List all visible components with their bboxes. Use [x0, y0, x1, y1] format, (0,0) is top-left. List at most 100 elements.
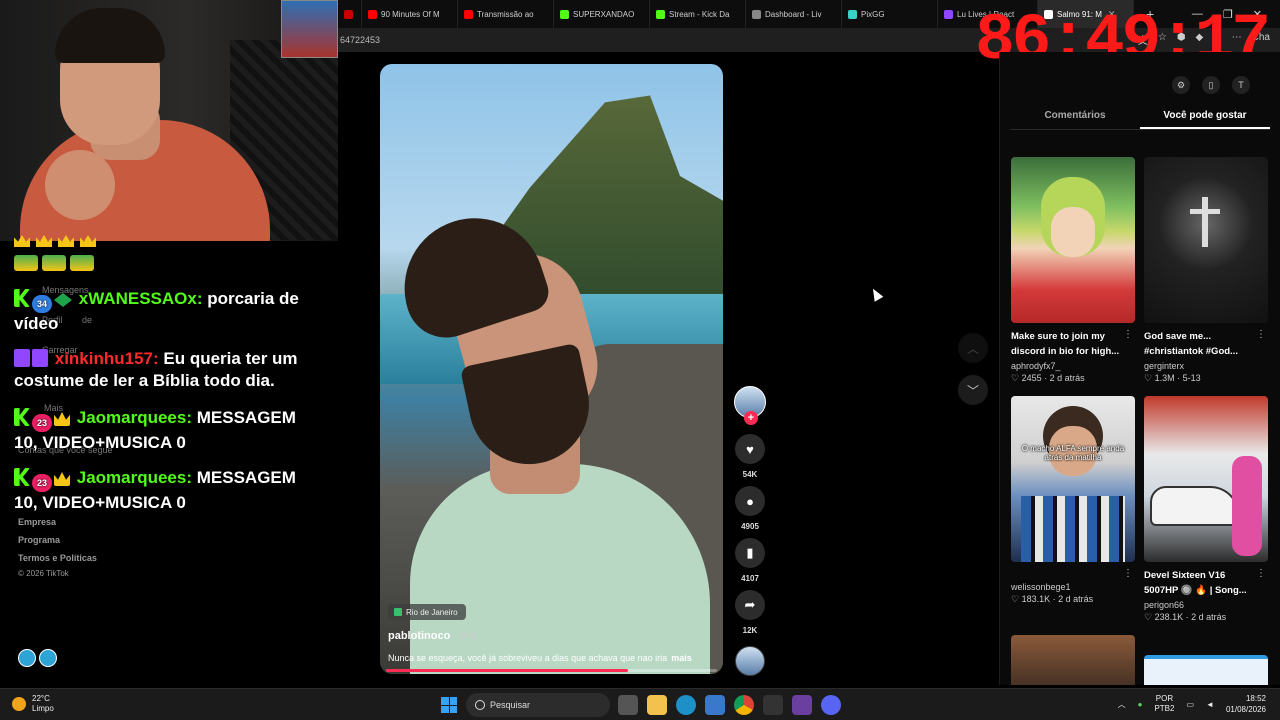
language-indicator[interactable]: POR PTB2 — [1154, 694, 1174, 714]
youtube-icon — [464, 9, 473, 19]
heart-icon[interactable]: ♥ — [735, 434, 765, 464]
video-thumbnail-partial[interactable] — [1011, 635, 1135, 685]
sound-avatar[interactable] — [735, 646, 765, 676]
weather-widget[interactable]: 22°C Limpo — [12, 694, 54, 714]
tab-label: SUPERXANDAO — [573, 9, 635, 19]
chat-username: xWANESSAOx: — [78, 289, 203, 308]
video-caption: Nunca se esqueça, você já sobreviveu a d… — [388, 653, 692, 663]
file-explorer-icon[interactable] — [647, 695, 667, 715]
more-options-icon[interactable]: ⋮ — [1123, 568, 1133, 579]
subscriber-badge: 34 — [32, 295, 52, 313]
location-pin-icon — [394, 608, 402, 616]
notepad-icon[interactable] — [763, 695, 783, 715]
show-hidden-icons-icon[interactable]: ︿ — [1118, 699, 1126, 710]
card-stats: ♡ 183.1K · 2 d atrás — [1011, 594, 1094, 604]
recommended-video[interactable]: ⋮ God save me... #christiantok #God... g… — [1144, 157, 1268, 384]
card-date: 2 d atrás — [1058, 594, 1094, 604]
anime-face — [1051, 207, 1095, 257]
save-action[interactable]: ▮ 4107 — [734, 538, 766, 586]
clock[interactable]: 18:52 01/08/2026 — [1226, 693, 1266, 715]
more-options-icon[interactable]: ⋮ — [1256, 329, 1266, 340]
video-progress-bar[interactable] — [386, 669, 717, 672]
settings-icon[interactable]: ⚙ — [1172, 76, 1190, 94]
browser-tab[interactable]: PixGG — [842, 0, 938, 28]
card-stats: ♡ 1.3M · 5-13 — [1144, 373, 1201, 383]
cross-vertical — [1202, 197, 1208, 247]
browser-tab[interactable]: SUPERXANDAO — [554, 0, 650, 28]
windows-start-icon[interactable] — [441, 697, 457, 713]
recommended-video[interactable]: ⋮ Make sure to join my discord in bio fo… — [1011, 157, 1135, 384]
network-icon[interactable]: ▭ — [1186, 700, 1194, 709]
comment-icon[interactable]: ● — [735, 486, 765, 516]
next-video-button[interactable]: ﹀ — [958, 375, 988, 405]
app-icon[interactable] — [18, 649, 36, 667]
share-count: 12K — [742, 626, 758, 635]
mobile-icon[interactable]: ▯ — [1202, 76, 1220, 94]
card-author[interactable]: gerginterx — [1144, 361, 1268, 371]
card-likes: ♡ 238.1K — [1144, 612, 1184, 622]
card-author[interactable]: perigon66 — [1144, 600, 1268, 610]
caption-text: Nunca se esqueça, você já sobreviveu a d… — [388, 653, 668, 663]
streamer-hair — [55, 8, 165, 63]
more-options-icon[interactable]: ⋮ — [1123, 329, 1133, 340]
edge-icon[interactable] — [676, 695, 696, 715]
share-icon[interactable]: ➦ — [735, 590, 765, 620]
video-thumbnail[interactable] — [1011, 157, 1135, 323]
card-author[interactable]: aphrodyfx7_ — [1011, 361, 1135, 371]
tab-you-may-like[interactable]: Você pode gostar — [1140, 104, 1270, 129]
url-text: 64722453 — [340, 35, 381, 45]
tab-label: PixGG — [861, 9, 885, 19]
browser-tab[interactable]: ✕ — [338, 0, 362, 28]
like-action[interactable]: ♥ 54K — [734, 434, 766, 482]
tab-label: 90 Minutes Of M — [381, 9, 440, 19]
like-count: 54K — [742, 470, 758, 479]
video-thumbnail-partial[interactable] — [1144, 655, 1268, 685]
muted-badge-icon — [32, 349, 48, 367]
video-player[interactable]: Rio de Janeiro pablotinoco · 6-9 Nunca s… — [380, 64, 723, 674]
discord-icon[interactable] — [821, 695, 841, 715]
app-switch-buttons[interactable] — [18, 649, 57, 667]
previous-video-button[interactable]: ︿ — [958, 333, 988, 363]
video-thumbnail[interactable] — [1144, 396, 1268, 562]
recommended-video[interactable]: ⋮ Devel Sixteen V16 5007HP 🔘 🔥 | Song...… — [1144, 396, 1268, 623]
task-view-icon[interactable] — [618, 695, 638, 715]
taskbar-search[interactable]: Pesquisar — [466, 693, 610, 717]
caption-more-link[interactable]: mais — [671, 653, 692, 663]
app-icon[interactable] — [39, 649, 57, 667]
tab-comments[interactable]: Comentários — [1010, 104, 1140, 129]
language-code: POR — [1155, 694, 1174, 703]
browser-tab[interactable]: Transmissão ao — [458, 0, 554, 28]
author-name[interactable]: pablotinoco — [388, 630, 450, 642]
footer-link-program[interactable]: Programa — [18, 535, 60, 545]
creator-avatar[interactable]: + — [734, 386, 766, 425]
bookmark-icon[interactable]: ▮ — [735, 538, 765, 568]
browser-tab[interactable]: Dashboard - Liv — [746, 0, 842, 28]
card-author[interactable]: welissonbege1 — [1011, 582, 1135, 592]
recommended-video[interactable]: O macho ALFA sempre anda atrás da matilh… — [1011, 396, 1135, 605]
more-options-icon[interactable]: ⋮ — [1256, 568, 1266, 579]
game-app-icon[interactable] — [792, 695, 812, 715]
comment-action[interactable]: ● 4905 — [734, 486, 766, 534]
browser-tab[interactable]: Stream - Kick Da — [650, 0, 746, 28]
video-author[interactable]: pablotinoco · 6-9 — [388, 630, 476, 642]
comment-count: 4905 — [741, 522, 759, 531]
subscriber-badge: 23 — [32, 474, 52, 492]
chrome-icon[interactable] — [734, 695, 754, 715]
profile-avatar-icon[interactable]: T — [1232, 76, 1250, 94]
browser-tab[interactable]: 90 Minutes Of M — [362, 0, 458, 28]
person-figure — [1232, 456, 1262, 556]
microphone-icon[interactable]: ● — [1138, 700, 1143, 709]
card-date: 5-13 — [1182, 373, 1201, 383]
follow-plus-icon[interactable]: + — [744, 411, 758, 425]
photos-icon[interactable] — [705, 695, 725, 715]
footer-link-terms[interactable]: Termos e Políticas — [18, 553, 97, 563]
location-badge[interactable]: Rio de Janeiro — [388, 604, 466, 620]
footer-link-company[interactable]: Empresa — [18, 517, 56, 527]
video-thumbnail[interactable] — [1144, 157, 1268, 323]
share-action[interactable]: ➦ 12K — [734, 590, 766, 638]
kick-badge-icon — [14, 408, 30, 426]
volume-icon[interactable]: ◄ — [1206, 700, 1214, 709]
card-likes: ♡ 183.1K — [1011, 594, 1051, 604]
video-thumbnail[interactable]: O macho ALFA sempre anda atrás da matilh… — [1011, 396, 1135, 562]
screen: ✕ 90 Minutes Of M Transmissão ao SUPERXA… — [0, 0, 1280, 720]
